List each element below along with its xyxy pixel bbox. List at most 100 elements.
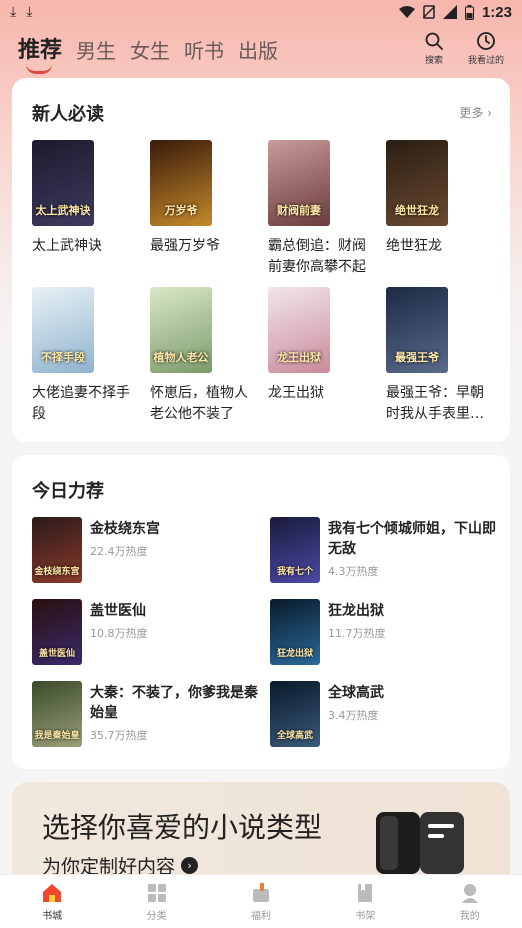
download-icon: ⤓ [26, 4, 33, 20]
cover-title-art: 金枝绕东宫 [34, 567, 80, 577]
heat-count: 22.4万热度 [90, 545, 148, 558]
signal-icon [442, 5, 457, 19]
section-title: 今日力荐 [32, 481, 104, 502]
section-title: 新人必读 [32, 104, 104, 125]
book-card[interactable]: 财阀前妻霸总倒追：财阀前妻你高攀不起 [268, 140, 380, 278]
cover-title-art: 全球高武 [276, 731, 313, 741]
book-card[interactable]: 太上武神诀 太上武神诀 [32, 140, 144, 257]
recommend-item[interactable]: 全球高武 全球高武 3.4万热度 [270, 681, 500, 751]
download-icon: ⤓ [10, 4, 17, 20]
heat-count: 10.8万热度 [90, 627, 148, 640]
book-cover: 狂龙出狱 [270, 599, 320, 665]
search-label: 搜索 [424, 55, 443, 66]
recommend-info: 我有七个倾城师姐，下山即无敌 4.3万热度 [328, 519, 500, 579]
book-card[interactable]: 绝世狂龙 绝世狂龙 [386, 140, 498, 257]
heat-count: 11.7万热度 [328, 627, 386, 640]
home-icon [43, 884, 62, 902]
book-title: 盖世医仙 [90, 603, 146, 619]
book-card[interactable]: 最强王爷最强王爷：早朝时我从手表里掏出一门小钢炮 [386, 287, 498, 425]
recommend-item[interactable]: 我是秦始皇 大秦：不装了，你爹我是秦始皇 35.7万热度 [32, 681, 262, 751]
book-card[interactable]: 万岁爷最强万岁爷 [150, 140, 262, 257]
gift-icon [252, 883, 269, 902]
more-link[interactable]: 更多 › [459, 104, 492, 121]
book-cover: 龙王出狱 [268, 287, 330, 373]
recommend-item[interactable]: 狂龙出狱 狂龙出狱 11.7万热度 [270, 599, 500, 669]
nav-label: 分类 [146, 911, 167, 922]
nav-profile[interactable]: 我的 [440, 881, 500, 922]
book-title: 大佬追妻不择手段 [32, 385, 130, 422]
book-cover: 植物人老公 [150, 287, 212, 373]
category-tabs: 推荐 男生 女生 听书 出版 [18, 32, 278, 74]
book-cover: 太上武神诀 [32, 140, 94, 226]
nav-label: 我的 [459, 911, 480, 922]
book-title: 金枝绕东宫 [90, 521, 160, 537]
clock-icon [477, 31, 495, 50]
more-label: 更多 [459, 106, 484, 120]
nav-bookstore[interactable]: 书城 [22, 881, 82, 922]
status-time: 1:23 [481, 3, 512, 21]
search-icon [425, 32, 443, 50]
book-cover: 最强王爷 [386, 287, 448, 373]
recommend-item[interactable]: 我有七个 我有七个倾城师姐，下山即无敌 4.3万热度 [270, 517, 500, 587]
heat-count: 4.3万热度 [328, 565, 379, 578]
battery-icon [464, 4, 474, 20]
book-card[interactable]: 龙王出狱 龙王出狱 [268, 287, 380, 404]
status-bar: ⤓ ⤓ 1:23 [0, 0, 522, 24]
chevron-right-icon: › [487, 106, 492, 120]
tab-male[interactable]: 男生 [76, 35, 116, 64]
recommend-item[interactable]: 金枝绕东宫 金枝绕东宫 22.4万热度 [32, 517, 262, 587]
nav-label: 书架 [355, 911, 376, 922]
book-card[interactable]: 不择手段大佬追妻不择手段 [32, 287, 144, 425]
tab-publish[interactable]: 出版 [238, 35, 278, 64]
no-sim-icon [422, 5, 435, 19]
recommend-info: 狂龙出狱 11.7万热度 [328, 601, 500, 641]
banner-title: 选择你喜爱的小说类型 [42, 811, 323, 844]
book-title: 怀崽后，植物人老公他不装了 [150, 385, 248, 422]
book-title: 霸总倒追：财阀前妻你高攀不起 [268, 238, 366, 275]
top-header: 推荐 男生 女生 听书 出版 搜索 我看过的 [0, 26, 522, 74]
book-title: 大秦：不装了，你爹我是秦始皇 [90, 685, 258, 721]
book-title: 龙王出狱 [268, 385, 324, 401]
book-cover: 万岁爷 [150, 140, 212, 226]
nav-welfare[interactable]: 福利 [231, 881, 291, 922]
tab-recommend[interactable]: 推荐 [18, 32, 63, 74]
book-cover: 我有七个 [270, 517, 320, 583]
bookshelf-icon [358, 884, 373, 902]
cover-title-art: 万岁爷 [164, 204, 198, 217]
tab-female[interactable]: 女生 [130, 35, 170, 64]
book-title: 最强王爷：早朝时我从手表里掏出一门小钢炮 [386, 385, 484, 422]
book-title: 绝世狂龙 [386, 238, 442, 254]
cover-title-art: 狂龙出狱 [276, 649, 313, 659]
search-button[interactable]: 搜索 [424, 31, 444, 66]
recommend-item[interactable]: 盖世医仙 盖世医仙 10.8万热度 [32, 599, 262, 669]
book-title: 全球高武 [328, 685, 384, 701]
nav-category[interactable]: 分类 [127, 881, 187, 922]
cover-title-art: 植物人老公 [153, 351, 209, 364]
cover-title-art: 盖世医仙 [38, 649, 75, 659]
book-title: 最强万岁爷 [150, 238, 220, 254]
recommend-info: 金枝绕东宫 22.4万热度 [90, 519, 262, 559]
book-title: 狂龙出狱 [328, 603, 384, 619]
recommend-info: 全球高武 3.4万热度 [328, 683, 500, 723]
tab-audiobook[interactable]: 听书 [184, 35, 224, 64]
wifi-icon [398, 6, 415, 18]
profile-icon [461, 884, 478, 903]
book-cover: 绝世狂龙 [386, 140, 448, 226]
grid-icon [147, 884, 166, 902]
book-cover: 不择手段 [32, 287, 94, 373]
book-card[interactable]: 植物人老公怀崽后，植物人老公他不装了 [150, 287, 262, 425]
history-button[interactable]: 我看过的 [468, 31, 504, 66]
nav-label: 书城 [42, 911, 63, 922]
recommend-info: 盖世医仙 10.8万热度 [90, 601, 262, 641]
cover-title-art: 财阀前妻 [277, 204, 321, 217]
tab-label: 推荐 [18, 38, 63, 63]
cover-title-art: 不择手段 [41, 351, 85, 364]
heat-count: 35.7万热度 [90, 729, 148, 742]
bottom-navigation: 书城 分类 福利 书架 我的 [0, 874, 522, 928]
book-title: 太上武神诀 [32, 238, 102, 254]
nav-bookshelf[interactable]: 书架 [335, 881, 395, 922]
cover-title-art: 我是秦始皇 [34, 731, 80, 741]
open-book-icon [376, 812, 464, 874]
cover-title-art: 龙王出狱 [277, 351, 321, 364]
book-cover: 盖世医仙 [32, 599, 82, 665]
